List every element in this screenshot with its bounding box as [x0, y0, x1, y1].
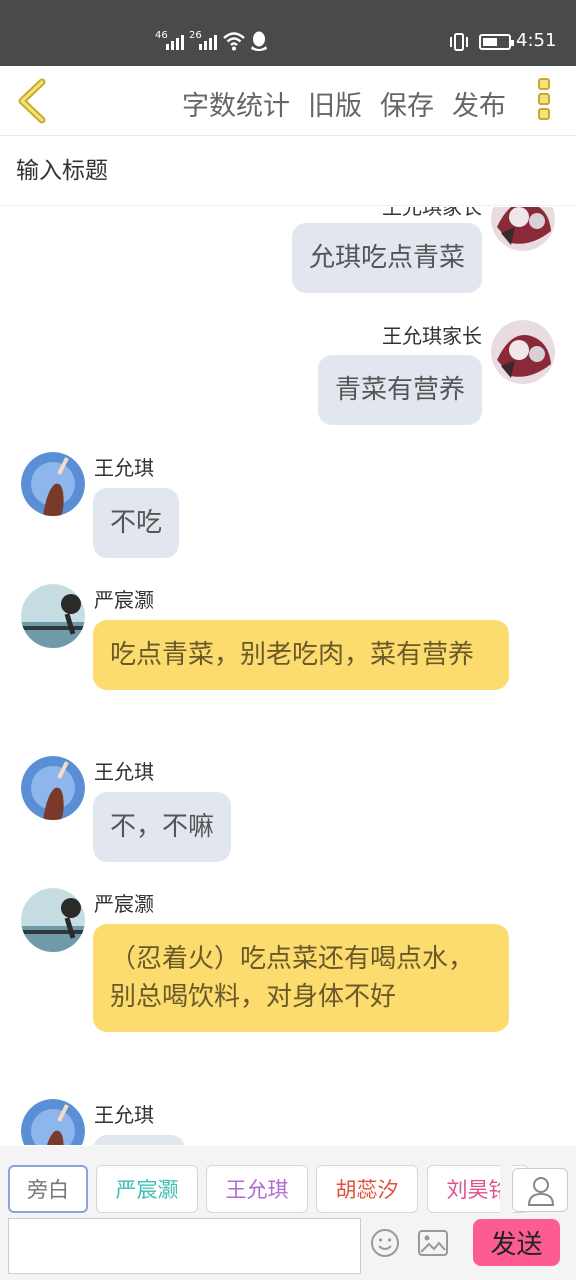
message-author: 王允琪 [94, 456, 154, 480]
message-author: 王允琪 [94, 760, 154, 784]
message-bubble: 允琪吃点青菜 [291, 223, 482, 293]
character-selector: 旁白 严宸灏 王允琪 胡蕊汐 刘昊铭 [0, 1146, 576, 1216]
message-bubble [93, 1135, 185, 1145]
title-input[interactable] [16, 152, 556, 190]
message-bubble: 不，不嘛 [93, 792, 232, 862]
avatar-parent[interactable] [491, 207, 555, 251]
character-label: 严宸灏 [115, 1178, 179, 1202]
character-chip[interactable]: 王允琪 [206, 1165, 308, 1213]
message-author: 严宸灏 [94, 892, 154, 916]
character-label: 旁白 [27, 1178, 69, 1202]
signal-icon [199, 32, 217, 50]
message-author: 王允琪家长 [382, 324, 482, 348]
message-bubble: 不吃 [93, 488, 180, 558]
clock: 4:51 [516, 30, 557, 51]
save-button[interactable]: 保存 [380, 84, 434, 123]
qq-icon [251, 31, 267, 51]
message-bubble: 青菜有营养 [317, 355, 482, 425]
vibrate-icon [450, 33, 468, 51]
character-label: 胡蕊汐 [335, 1178, 399, 1202]
image-icon[interactable] [418, 1230, 448, 1256]
character-chip[interactable]: 严宸灏 [96, 1165, 198, 1213]
message-author: 严宸灏 [94, 588, 154, 612]
character-manage-button[interactable] [512, 1168, 568, 1212]
battery-icon [479, 34, 514, 50]
avatar-yan-chenhao[interactable] [21, 888, 85, 952]
avatar-wang-yunqi[interactable] [21, 452, 85, 516]
signal-icon [166, 32, 184, 50]
message-bubble: 吃点青菜，别老吃肉，菜有营养 [93, 620, 509, 690]
message-author: 王允琪家长 [382, 207, 482, 219]
publish-button[interactable]: 发布 [452, 84, 506, 123]
character-chip-narrator[interactable]: 旁白 [8, 1165, 88, 1213]
avatar-wang-yunqi[interactable] [21, 1099, 85, 1145]
emoji-icon[interactable] [370, 1228, 400, 1258]
character-label: 王允琪 [225, 1178, 289, 1202]
character-chip[interactable]: 胡蕊汐 [316, 1165, 418, 1213]
old-version-button[interactable]: 旧版 [308, 84, 362, 123]
wifi-icon [223, 32, 245, 51]
message-input[interactable] [8, 1218, 361, 1274]
avatar-parent[interactable] [491, 320, 555, 384]
composer: 发送 [0, 1216, 576, 1280]
back-icon[interactable] [12, 78, 52, 124]
word-count-button[interactable]: 字数统计 [182, 84, 290, 123]
title-bar [0, 136, 576, 206]
status-bar: 46 26 4:51 [0, 0, 576, 66]
avatar-wang-yunqi[interactable] [21, 756, 85, 820]
person-icon [527, 1177, 555, 1206]
editor-toolbar: 字数统计 旧版 保存 发布 [0, 66, 576, 136]
more-menu-icon[interactable] [536, 78, 552, 124]
message-author: 王允琪 [94, 1103, 154, 1127]
avatar-yan-chenhao[interactable] [21, 584, 85, 648]
chat-area[interactable]: 王允琪家长 允琪吃点青菜 王允琪家长 青菜有营养 王允琪 不吃 严宸灏 吃点青菜… [0, 207, 576, 1145]
send-button[interactable]: 发送 [473, 1219, 560, 1266]
message-bubble: （忍着火）吃点菜还有喝点水，别总喝饮料，对身体不好 [93, 924, 509, 1032]
